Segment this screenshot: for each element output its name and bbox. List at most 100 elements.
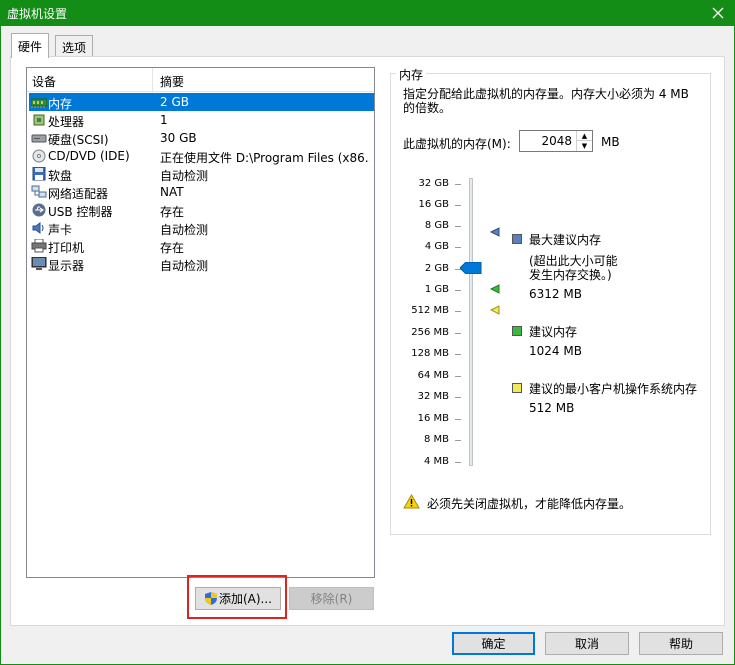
legend-max-note: 发生内存交换。) (529, 268, 612, 282)
title-bar: 虚拟机设置 (0, 0, 735, 26)
stepper-up-button[interactable]: ▲ (577, 131, 592, 141)
floppy-icon (32, 167, 46, 181)
device-name: 硬盘(SCSI) (48, 133, 109, 147)
device-name: 软盘 (48, 169, 73, 183)
scale-tick (455, 184, 461, 185)
help-button[interactable]: 帮助 (639, 632, 723, 655)
scale-tick (455, 419, 461, 420)
window-border-left (0, 26, 1, 665)
warning-text: 必须先关闭虚拟机，才能降低内存量。 (427, 497, 632, 511)
tab-options[interactable]: 选项 (55, 35, 94, 56)
scale-tick (455, 247, 461, 248)
legend-max-value: 6312 MB (529, 287, 582, 301)
device-row-sound-card[interactable]: 声卡 自动检测 (29, 219, 374, 237)
stepper-down-button[interactable]: ▼ (577, 141, 592, 151)
cancel-button[interactable]: 取消 (545, 632, 629, 655)
device-row-printer[interactable]: 打印机 存在 (29, 237, 374, 255)
memory-group-title: 内存 (396, 66, 427, 83)
scale-label: 2 GB (424, 263, 449, 274)
legend-max-label: 最大建议内存 (529, 233, 602, 247)
memory-size-value[interactable]: 2048 (541, 134, 572, 148)
memory-slider-track[interactable] (469, 178, 473, 466)
legend-recommended-swatch (512, 326, 522, 336)
device-summary: 30 GB (160, 131, 197, 145)
device-row-floppy[interactable]: 软盘 自动检测 (29, 165, 374, 183)
memory-description: 指定分配给此虚拟机的内存量。内存大小必须为 4 MB 的倍数。 (403, 87, 689, 115)
device-summary: 存在 (160, 205, 185, 219)
legend-min-guest-swatch (512, 383, 522, 393)
scale-label: 16 GB (418, 199, 449, 210)
memory-unit: MB (601, 135, 620, 149)
column-separator[interactable] (152, 68, 153, 92)
min-guest-marker-icon (490, 305, 500, 315)
column-header-summary[interactable]: 摘要 (160, 73, 184, 90)
scale-label: 16 MB (417, 413, 449, 424)
device-list-header: 设备 摘要 (27, 68, 374, 92)
scale-tick (455, 226, 461, 227)
hard-disk-icon (31, 134, 47, 143)
stepper-arrows: ▲ ▼ (576, 131, 592, 151)
close-icon (712, 7, 724, 19)
device-row-display[interactable]: 显示器 自动检测 (29, 255, 374, 273)
device-list[interactable]: 设备 摘要 内存 2 GB 处理器 1 硬盘(SCSI) 30 GB CD/DV… (26, 67, 375, 578)
device-summary: NAT (160, 185, 184, 199)
device-name: 网络适配器 (48, 187, 109, 201)
memory-slider-thumb[interactable] (460, 262, 482, 274)
scale-label: 8 GB (424, 220, 449, 231)
scale-label: 64 MB (417, 370, 449, 381)
scale-label: 4 MB (423, 456, 449, 467)
scale-tick (455, 440, 461, 441)
legend-recommended-label: 建议内存 (529, 325, 578, 339)
memory-size-stepper[interactable]: 2048 ▲ ▼ (519, 130, 593, 152)
device-row-network-adapter[interactable]: 网络适配器 NAT (29, 183, 374, 201)
legend-recommended-value: 1024 MB (529, 344, 582, 358)
device-row-usb-controller[interactable]: USB 控制器 存在 (29, 201, 374, 219)
device-summary: 自动检测 (160, 223, 209, 237)
close-button[interactable] (701, 0, 735, 26)
memory-field-label: 此虚拟机的内存(M): (403, 137, 511, 151)
recommended-marker-icon (490, 284, 500, 294)
warning-icon (403, 494, 420, 509)
scale-tick (455, 290, 461, 291)
scale-label: 32 MB (417, 391, 449, 402)
scale-tick (455, 376, 461, 377)
legend-min-guest-label: 建议的最小客户机操作系统内存 (529, 382, 698, 396)
scale-label: 8 MB (423, 434, 449, 445)
device-summary: 存在 (160, 241, 185, 255)
scale-tick (455, 205, 461, 206)
cpu-icon (33, 114, 45, 126)
device-summary: 1 (160, 113, 168, 127)
network-adapter-icon (31, 185, 47, 198)
scale-label: 1 GB (424, 284, 449, 295)
max-recommended-marker-icon (490, 227, 500, 237)
device-row-processor[interactable]: 处理器 1 (29, 111, 374, 129)
remove-device-button[interactable]: 移除(R) (289, 587, 374, 610)
display-icon (31, 257, 47, 270)
scale-tick (455, 311, 461, 312)
device-summary: 2 GB (160, 95, 189, 109)
column-header-device[interactable]: 设备 (32, 73, 56, 90)
memory-icon (31, 98, 47, 108)
legend-min-guest-value: 512 MB (529, 401, 575, 415)
device-row-memory[interactable]: 内存 2 GB (29, 93, 374, 111)
sound-card-icon (32, 222, 44, 234)
scale-label: 32 GB (418, 178, 449, 189)
scale-label: 4 GB (424, 241, 449, 252)
scale-tick (455, 462, 461, 463)
scale-tick (455, 397, 461, 398)
device-row-hard-disk[interactable]: 硬盘(SCSI) 30 GB (29, 129, 374, 147)
device-name: 打印机 (48, 241, 85, 255)
cd-dvd-icon (32, 149, 46, 163)
device-summary: 自动检测 (160, 259, 209, 273)
scale-label: 512 MB (411, 305, 449, 316)
highlight-box (187, 575, 287, 619)
scale-tick (455, 333, 461, 334)
device-row-cd-dvd[interactable]: CD/DVD (IDE) 正在使用文件 D:\Program Files (x8… (29, 147, 374, 165)
printer-icon (31, 239, 47, 253)
legend-max-swatch (512, 234, 522, 244)
ok-button[interactable]: 确定 (452, 632, 535, 655)
tab-hardware[interactable]: 硬件 (11, 33, 50, 58)
window-title: 虚拟机设置 (7, 7, 68, 21)
device-name: USB 控制器 (48, 205, 113, 219)
scale-tick (455, 354, 461, 355)
